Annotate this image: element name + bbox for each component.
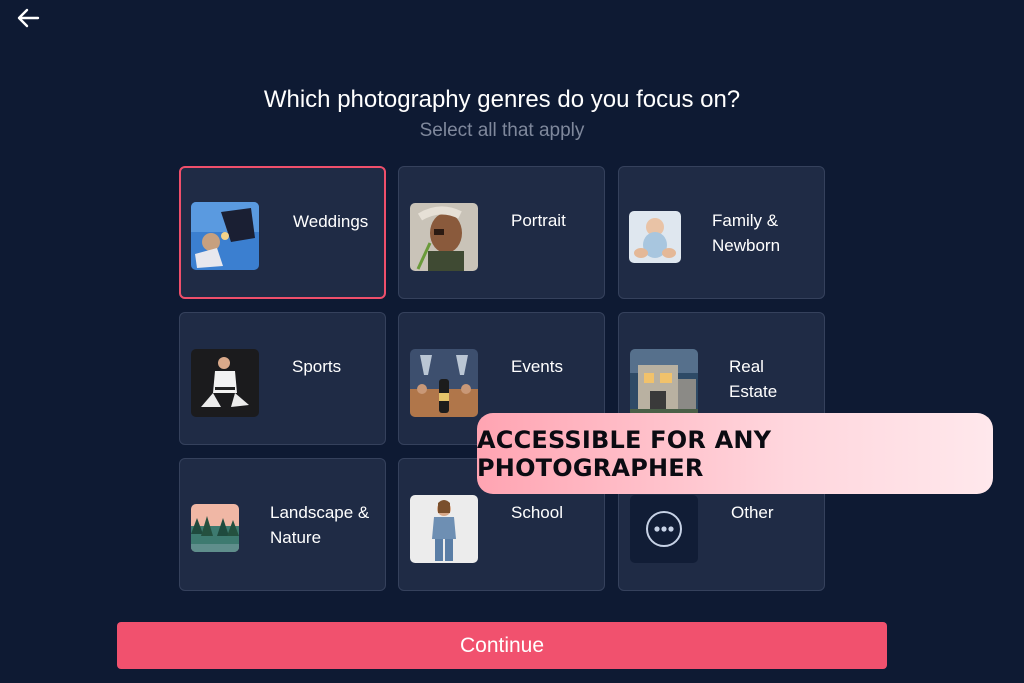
back-button[interactable] <box>14 5 42 31</box>
genre-label: Landscape & Nature <box>270 503 370 547</box>
genre-card-weddings[interactable]: Weddings <box>179 166 386 299</box>
page-subtitle: Select all that apply <box>419 120 585 141</box>
real-estate-photo-thumbnail <box>630 349 698 417</box>
genre-label: Weddings <box>293 212 369 231</box>
page-title: Which photography genres do you focus on… <box>263 86 741 113</box>
genre-label: Other <box>731 503 774 522</box>
newborn-photo-thumbnail <box>629 211 681 263</box>
more-dots-icon <box>630 495 698 563</box>
sports-photo-thumbnail <box>191 349 259 417</box>
genre-label: Events <box>511 357 563 376</box>
promo-banner-text: ACCESSIBLE FOR ANY PHOTOGRAPHER <box>477 425 772 482</box>
school-photo-thumbnail <box>410 495 478 563</box>
arrow-left-icon <box>17 8 40 28</box>
landscape-photo-thumbnail <box>191 504 239 552</box>
continue-button[interactable]: Continue <box>117 622 887 669</box>
genre-label: Sports <box>292 357 342 376</box>
genre-label: Real Estate <box>729 357 778 401</box>
portrait-photo-thumbnail <box>410 203 478 271</box>
genre-grid: Weddings Portrait Family & Newborn Sport… <box>179 166 825 592</box>
promo-banner: ACCESSIBLE FOR ANY PHOTOGRAPHER <box>477 413 993 494</box>
wedding-photo-thumbnail <box>191 202 259 270</box>
genre-card-portrait[interactable]: Portrait <box>398 166 605 299</box>
genre-card-landscape-nature[interactable]: Landscape & Nature <box>179 458 386 591</box>
events-photo-thumbnail <box>410 349 478 417</box>
genre-card-family-newborn[interactable]: Family & Newborn <box>618 166 825 299</box>
genre-label: School <box>511 503 563 522</box>
genre-label: Portrait <box>511 211 566 230</box>
genre-label: Family & Newborn <box>712 211 781 255</box>
genre-card-sports[interactable]: Sports <box>179 312 386 445</box>
genre-selection-page: Which photography genres do you focus on… <box>0 0 1024 683</box>
